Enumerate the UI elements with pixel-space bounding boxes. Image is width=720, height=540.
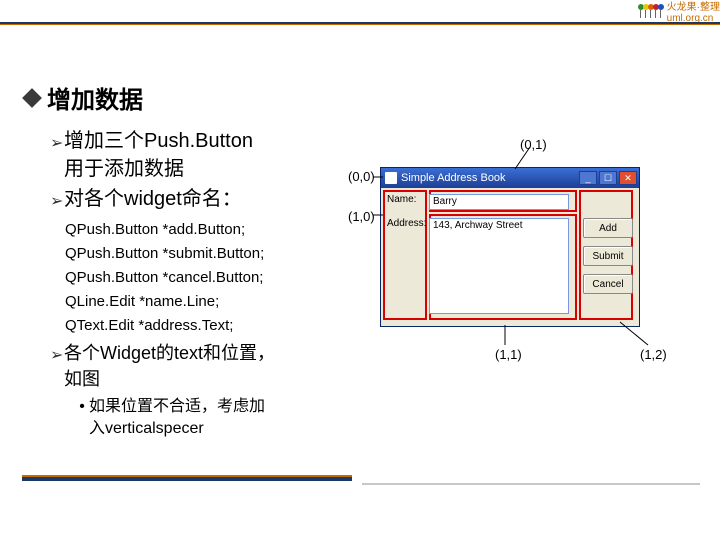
sub-bullet-4: • 如果位置不合适，考虑加 入verticalspecer <box>25 396 340 440</box>
brand-banner: 火龙果·整理 uml.org.cn <box>638 0 720 22</box>
heading: 增加数据 <box>25 80 700 115</box>
name-field[interactable]: Barry <box>429 194 569 210</box>
code-line: QPush.Button *cancel.Button; <box>25 266 340 290</box>
dot-icon: • <box>75 396 89 440</box>
banner-divider <box>0 22 720 24</box>
arrow-icon: ➢ <box>50 130 64 183</box>
brand-name: 火龙果·整理 <box>667 0 720 13</box>
sub-bullet-1: ➢ 增加三个Push.Button 用于添加数据 <box>25 127 340 183</box>
window-body: Name: Barry Address: 143, Archway Street… <box>381 188 639 326</box>
code-line: QPush.Button *submit.Button; <box>25 242 340 266</box>
diamond-icon <box>22 88 42 108</box>
coord-label: (1,1) <box>495 347 522 362</box>
close-button[interactable]: ✕ <box>619 171 637 185</box>
coord-label: (0,1) <box>520 137 547 152</box>
arrow-icon: ➢ <box>50 343 64 392</box>
cancel-button[interactable]: Cancel <box>583 274 633 294</box>
button-column: Add Submit Cancel <box>583 218 633 302</box>
app-icon <box>385 172 397 184</box>
coord-label: (1,0) <box>348 209 375 224</box>
left-column: ➢ 增加三个Push.Button 用于添加数据 ➢ 对各个widget命名： … <box>25 127 340 440</box>
app-window: Simple Address Book _ ☐ ✕ Name: <box>380 167 640 327</box>
address-field[interactable]: 143, Archway Street <box>429 218 569 314</box>
window-title: Simple Address Book <box>401 172 506 184</box>
sub-bullet-2: ➢ 对各个widget命名： <box>25 185 340 216</box>
coord-label: (1,2) <box>640 347 667 362</box>
banner-figures <box>638 4 663 18</box>
right-column: (0,1) (0,0) (1,0) (1,1) (1,2) Simple Add… <box>340 127 700 440</box>
slide-content: 增加数据 ➢ 增加三个Push.Button 用于添加数据 ➢ 对各个widge… <box>25 80 700 440</box>
arrow-icon: ➢ <box>50 188 64 216</box>
footer-divider-right <box>362 483 700 485</box>
name-label: Name: <box>387 194 429 205</box>
add-button[interactable]: Add <box>583 218 633 238</box>
layout-diagram: (0,1) (0,0) (1,0) (1,1) (1,2) Simple Add… <box>340 147 700 407</box>
code-line: QLine.Edit *name.Line; <box>25 290 340 314</box>
address-label: Address: <box>387 218 429 229</box>
maximize-button[interactable]: ☐ <box>599 171 617 185</box>
minimize-button[interactable]: _ <box>579 171 597 185</box>
coord-label: (0,0) <box>348 169 375 184</box>
titlebar: Simple Address Book _ ☐ ✕ <box>381 168 639 188</box>
name-row: Name: Barry <box>387 194 569 210</box>
code-line: QPush.Button *add.Button; <box>25 218 340 242</box>
code-line: QText.Edit *address.Text; <box>25 314 340 338</box>
heading-text: 增加数据 <box>47 80 143 115</box>
submit-button[interactable]: Submit <box>583 246 633 266</box>
sub-bullet-3: ➢ 各个Widget的text和位置， 如图 <box>25 340 340 392</box>
footer-divider-left <box>22 477 352 495</box>
brand-text: 火龙果·整理 uml.org.cn <box>667 0 720 24</box>
address-row: Address: 143, Archway Street <box>387 218 569 314</box>
